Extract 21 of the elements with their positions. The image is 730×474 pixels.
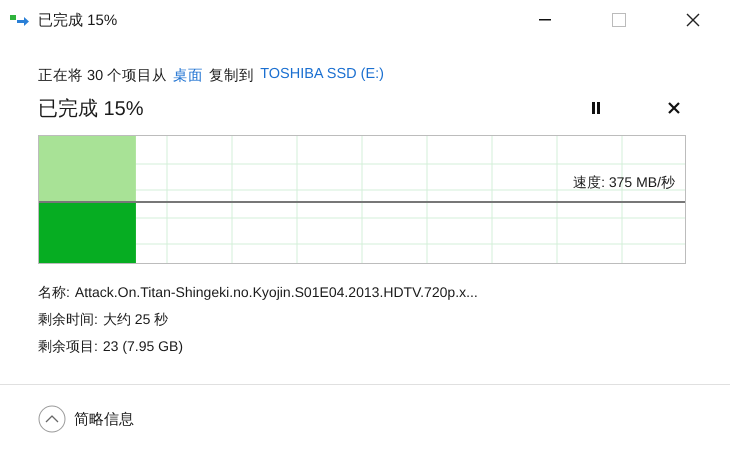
pause-icon — [591, 102, 601, 114]
copy-description: 正在将 30 个项目从 — [38, 67, 168, 85]
progress-title: 已完成 15% — [38, 96, 145, 122]
chevron-circle-icon — [38, 405, 66, 433]
speed-label: 速度: 375 MB/秒 — [573, 174, 675, 192]
copy-description: 复制到 — [209, 67, 254, 85]
maximize-icon — [612, 13, 626, 27]
close-icon — [668, 102, 680, 114]
detail-value: 大约 25 秒 — [102, 311, 168, 329]
location-link[interactable]: 桌面 — [173, 66, 204, 85]
detail-value: 23 (7.95 GB) — [102, 338, 184, 356]
detail-label: 剩余时间: — [38, 311, 98, 329]
detail-value: Attack.On.Titan-Shingeki.no.Kyojin.S01E04.2013.HDTV.720p.x... — [74, 284, 478, 302]
close-icon — [686, 13, 700, 27]
location-link[interactable]: TOSHIBA SSD (E:) — [260, 66, 384, 85]
minimize-icon — [539, 19, 551, 21]
detail-label: 名称: — [38, 284, 70, 302]
details-toggle[interactable]: 简略信息 — [38, 405, 134, 433]
detail-label: 剩余项目: — [38, 338, 98, 356]
window-title: 已完成 15% — [38, 10, 118, 30]
copy-icon — [10, 14, 30, 26]
